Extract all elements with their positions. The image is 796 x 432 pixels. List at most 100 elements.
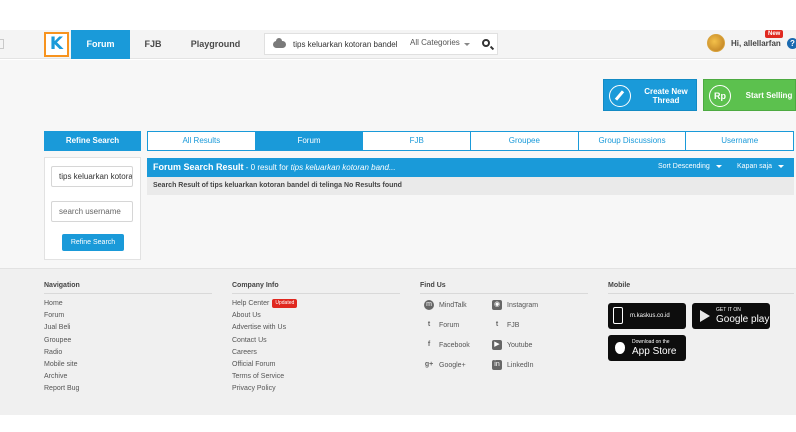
- rupiah-icon: Rp: [709, 85, 731, 107]
- search-bar: All Categories: [264, 33, 498, 55]
- footer-link-official-forum[interactable]: Official Forum: [232, 359, 400, 371]
- logo-letter: K: [49, 34, 64, 54]
- find-forum-label: Forum: [439, 322, 460, 329]
- username-field[interactable]: [51, 201, 133, 222]
- footer-link-radio[interactable]: Radio: [44, 347, 212, 359]
- tab-all-results[interactable]: All Results: [148, 132, 256, 150]
- result-title-line: Forum Search Result - 0 result for tips …: [153, 162, 396, 172]
- nav-fjb[interactable]: FJB: [137, 30, 169, 59]
- footer: Navigation Home Forum Jual Beli Groupee …: [0, 268, 796, 415]
- no-results-message: Search Result of tips keluarkan kotoran …: [147, 177, 794, 195]
- footer-company-title: Company Info: [232, 282, 400, 294]
- find-instagram[interactable]: ◉ Instagram: [492, 296, 538, 316]
- result-tabs: All Results Forum FJB Groupee Group Disc…: [147, 131, 794, 151]
- mobile-site-button[interactable]: m.kaskus.co.id: [608, 303, 686, 329]
- footer-mobile-title: Mobile: [608, 282, 794, 294]
- phone-icon: [613, 307, 623, 324]
- google-play-button[interactable]: GET IT ON Google play: [692, 303, 770, 329]
- start-selling-label: Start Selling: [745, 91, 793, 100]
- footer-link-report-bug[interactable]: Report Bug: [44, 383, 212, 395]
- footer-link-contact[interactable]: Contact Us: [232, 335, 400, 347]
- keyword-field[interactable]: [51, 166, 133, 187]
- footer-link-terms[interactable]: Terms of Service: [232, 371, 400, 383]
- user-greeting[interactable]: Hi, allellarfan: [731, 39, 781, 48]
- chevron-down-icon: [715, 164, 722, 168]
- top-blank-area: [0, 0, 796, 30]
- tab-username[interactable]: Username: [686, 132, 793, 150]
- mobile-site-label: m.kaskus.co.id: [630, 313, 670, 319]
- refine-search-title: Refine Search: [44, 131, 141, 151]
- refine-search-button[interactable]: Refine Search: [62, 234, 124, 251]
- help-center-label: Help Center: [232, 300, 270, 307]
- footer-link-home[interactable]: Home: [44, 298, 212, 310]
- top-navbar: K Forum FJB Playground All Categories Hi…: [0, 30, 796, 59]
- find-instagram-label: Instagram: [507, 302, 539, 309]
- nav-playground[interactable]: Playground: [184, 30, 247, 59]
- footer-link-about[interactable]: About Us: [232, 310, 400, 322]
- instagram-icon: ◉: [492, 300, 502, 311]
- footer-link-advertise[interactable]: Advertise with Us: [232, 322, 400, 334]
- footer-nav-title: Navigation: [44, 282, 212, 294]
- result-query: tips keluarkan kotoran band...: [290, 163, 396, 172]
- create-thread-button[interactable]: Create New Thread: [603, 79, 697, 111]
- footer-find-title: Find Us: [420, 282, 588, 294]
- footer-company: Company Info Help Center Updated About Us…: [232, 282, 400, 396]
- app-store-big: App Store: [632, 346, 677, 357]
- footer-link-jual-beli[interactable]: Jual Beli: [44, 322, 212, 334]
- tab-forum[interactable]: Forum: [255, 132, 364, 150]
- search-input[interactable]: [293, 37, 399, 52]
- footer-link-mobile-site[interactable]: Mobile site: [44, 359, 212, 371]
- mindtalk-icon: m: [424, 300, 434, 311]
- youtube-icon: ▶: [492, 340, 502, 351]
- find-googleplus[interactable]: g+ Google+: [424, 356, 470, 376]
- app-store-button[interactable]: Download on the App Store: [608, 335, 686, 361]
- find-fjb-twitter[interactable]: t FJB: [492, 316, 538, 336]
- avatar[interactable]: [707, 34, 725, 52]
- menu-stub-icon[interactable]: [0, 39, 4, 49]
- find-forum-twitter[interactable]: t Forum: [424, 316, 470, 336]
- time-dropdown[interactable]: Kapan saja: [737, 163, 785, 170]
- linkedin-icon: in: [492, 360, 502, 371]
- google-play-big: Google play: [716, 314, 770, 325]
- find-facebook[interactable]: f Facebook: [424, 336, 470, 356]
- main-content: Create New Thread Rp Start Selling Refin…: [0, 60, 796, 268]
- find-googleplus-label: Google+: [439, 362, 466, 369]
- tab-fjb[interactable]: FJB: [363, 132, 472, 150]
- result-count: - 0 result for: [243, 163, 291, 172]
- find-fjb-label: FJB: [507, 322, 520, 329]
- help-icon[interactable]: ?: [787, 38, 796, 49]
- time-label: Kapan saja: [737, 163, 773, 170]
- footer-find-us: Find Us m MindTalk t Forum f Facebook g+ Goo…: [420, 282, 588, 386]
- create-thread-label: Create New Thread: [644, 87, 688, 105]
- footer-link-groupee[interactable]: Groupee: [44, 335, 212, 347]
- google-play-small: GET IT ON: [716, 307, 741, 313]
- chevron-down-icon[interactable]: [464, 43, 470, 46]
- play-icon: [700, 310, 710, 322]
- find-linkedin[interactable]: in LinkedIn: [492, 356, 538, 376]
- footer-link-careers[interactable]: Careers: [232, 347, 400, 359]
- twitter-icon: t: [495, 321, 499, 329]
- find-youtube[interactable]: ▶ Youtube: [492, 336, 538, 356]
- twitter-icon: t: [427, 321, 431, 329]
- footer-mobile: Mobile m.kaskus.co.id GET IT ON Google p…: [608, 282, 794, 374]
- kaskus-logo[interactable]: K: [44, 32, 69, 57]
- find-youtube-label: Youtube: [507, 342, 533, 349]
- sort-label: Sort Descending: [658, 163, 710, 170]
- tab-groupee[interactable]: Groupee: [471, 132, 579, 150]
- updated-badge: Updated: [272, 298, 298, 308]
- footer-link-forum[interactable]: Forum: [44, 310, 212, 322]
- nav-forum[interactable]: Forum: [71, 30, 130, 59]
- category-select[interactable]: All Categories: [410, 38, 460, 47]
- pencil-icon: [609, 85, 631, 107]
- find-mindtalk-label: MindTalk: [439, 302, 467, 309]
- start-selling-button[interactable]: Rp Start Selling: [703, 79, 796, 111]
- sort-dropdown[interactable]: Sort Descending: [658, 163, 722, 170]
- footer-link-archive[interactable]: Archive: [44, 371, 212, 383]
- search-icon[interactable]: [482, 39, 490, 47]
- tab-group-discussions[interactable]: Group Discussions: [579, 132, 687, 150]
- find-linkedin-label: LinkedIn: [507, 362, 534, 369]
- footer-link-privacy[interactable]: Privacy Policy: [232, 383, 400, 395]
- footer-link-help-center[interactable]: Help Center Updated: [232, 298, 400, 310]
- find-mindtalk[interactable]: m MindTalk: [424, 296, 470, 316]
- footer-bottom-blank: [0, 415, 796, 432]
